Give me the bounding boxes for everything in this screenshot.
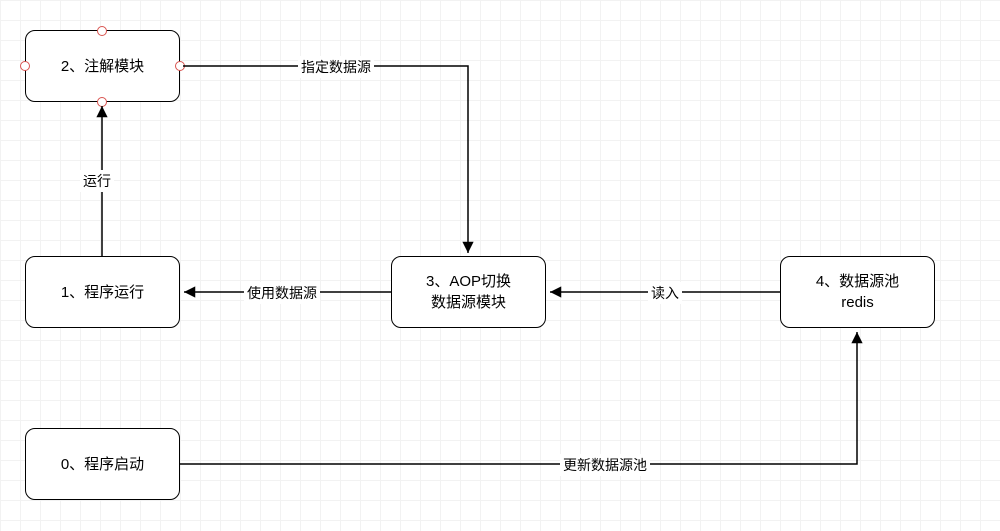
node-label: 1、程序运行 [61,282,144,303]
edge-label-specify: 指定数据源 [298,56,374,78]
node-datasource-pool[interactable]: 4、数据源池 redis [780,256,935,328]
selection-port-icon [97,97,107,107]
selection-port-icon [97,26,107,36]
node-annotation-module[interactable]: 2、注解模块 [25,30,180,102]
node-program-start[interactable]: 0、程序启动 [25,428,180,500]
selection-port-icon [175,61,185,71]
edge-specify-datasource [183,66,468,253]
edge-label-use: 使用数据源 [244,282,320,304]
node-label: 3、AOP切换 数据源模块 [426,271,511,313]
node-program-run[interactable]: 1、程序运行 [25,256,180,328]
diagram-canvas: 2、注解模块 1、程序运行 3、AOP切换 数据源模块 4、数据源池 redis… [0,0,1000,531]
edge-label-read: 读入 [648,282,682,304]
edge-label-update: 更新数据源池 [560,454,650,476]
node-label: 0、程序启动 [61,454,144,475]
edge-update-pool [180,332,857,464]
node-label: 2、注解模块 [61,56,144,77]
node-aop-switch[interactable]: 3、AOP切换 数据源模块 [391,256,546,328]
selection-port-icon [20,61,30,71]
edge-label-run: 运行 [80,170,114,192]
node-label: 4、数据源池 redis [816,271,899,313]
